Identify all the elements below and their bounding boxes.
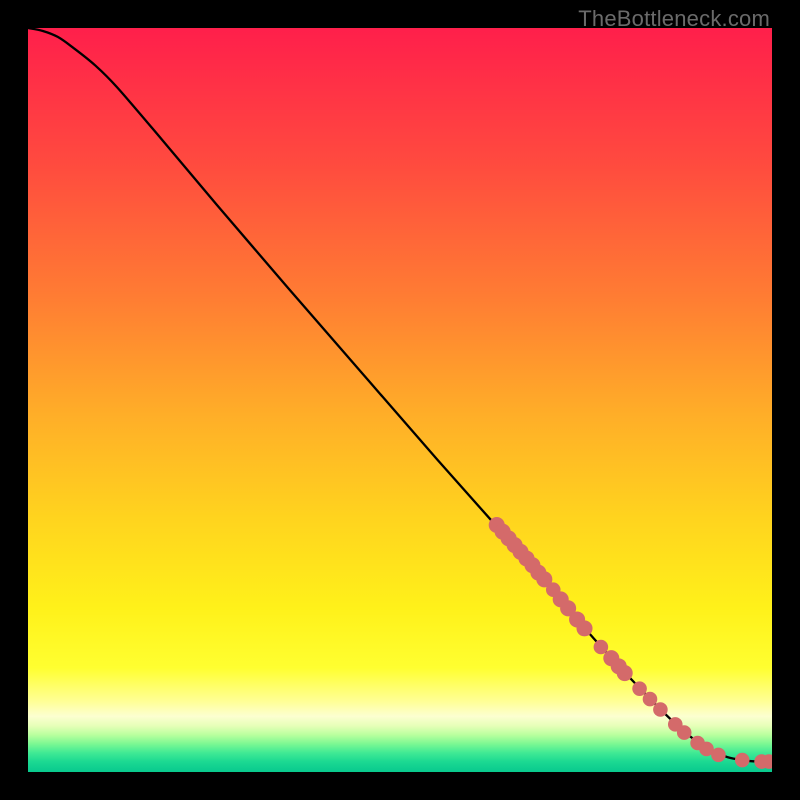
- scatter-point: [594, 640, 609, 655]
- gradient-background: [28, 28, 772, 772]
- chart-svg: [28, 28, 772, 772]
- plot-area: [28, 28, 772, 772]
- chart-stage: TheBottleneck.com: [0, 0, 800, 800]
- scatter-point: [643, 692, 658, 707]
- scatter-point: [617, 665, 633, 681]
- scatter-point: [711, 748, 726, 763]
- scatter-point: [677, 725, 692, 740]
- scatter-point: [576, 620, 592, 636]
- scatter-point: [735, 753, 750, 768]
- scatter-point: [632, 681, 647, 696]
- scatter-point: [653, 702, 668, 717]
